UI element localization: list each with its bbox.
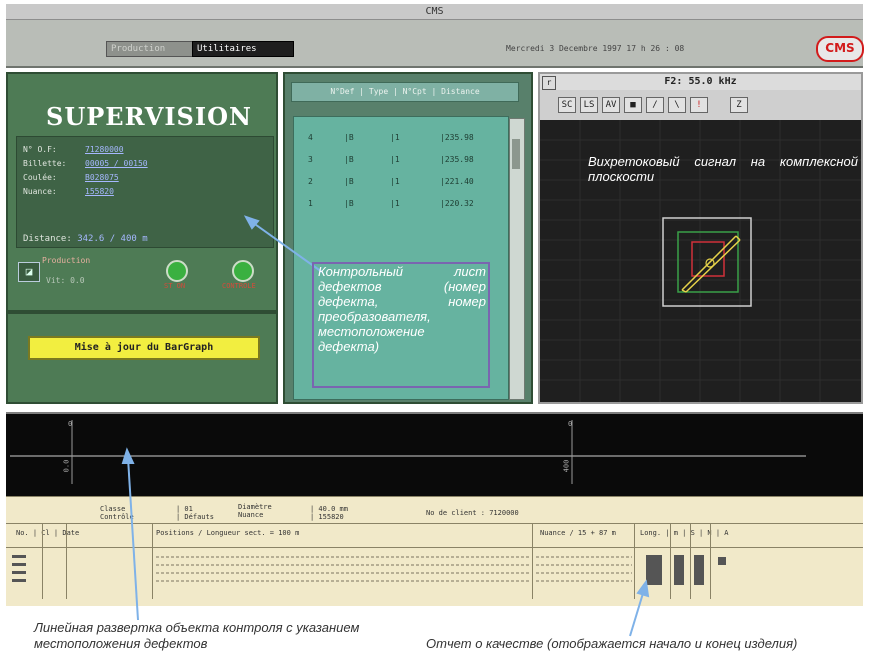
arrow-head-icon xyxy=(636,579,650,598)
defect-list-annotation: Контрольный лист дефектов (номер дефекта… xyxy=(318,264,486,354)
arrow-head-icon xyxy=(121,447,135,464)
defect-list-annotation-box: Контрольный лист дефектов (номер дефекта… xyxy=(312,262,490,388)
linear-scan-caption: Линейная развертка объекта контроля с ук… xyxy=(34,620,360,651)
report-caption: Отчет о качестве (отображается начало и … xyxy=(426,636,798,651)
arrow-head-icon xyxy=(243,215,260,230)
signal-annotation: Вихретоковый сигнал на комплексной плоск… xyxy=(588,154,858,184)
